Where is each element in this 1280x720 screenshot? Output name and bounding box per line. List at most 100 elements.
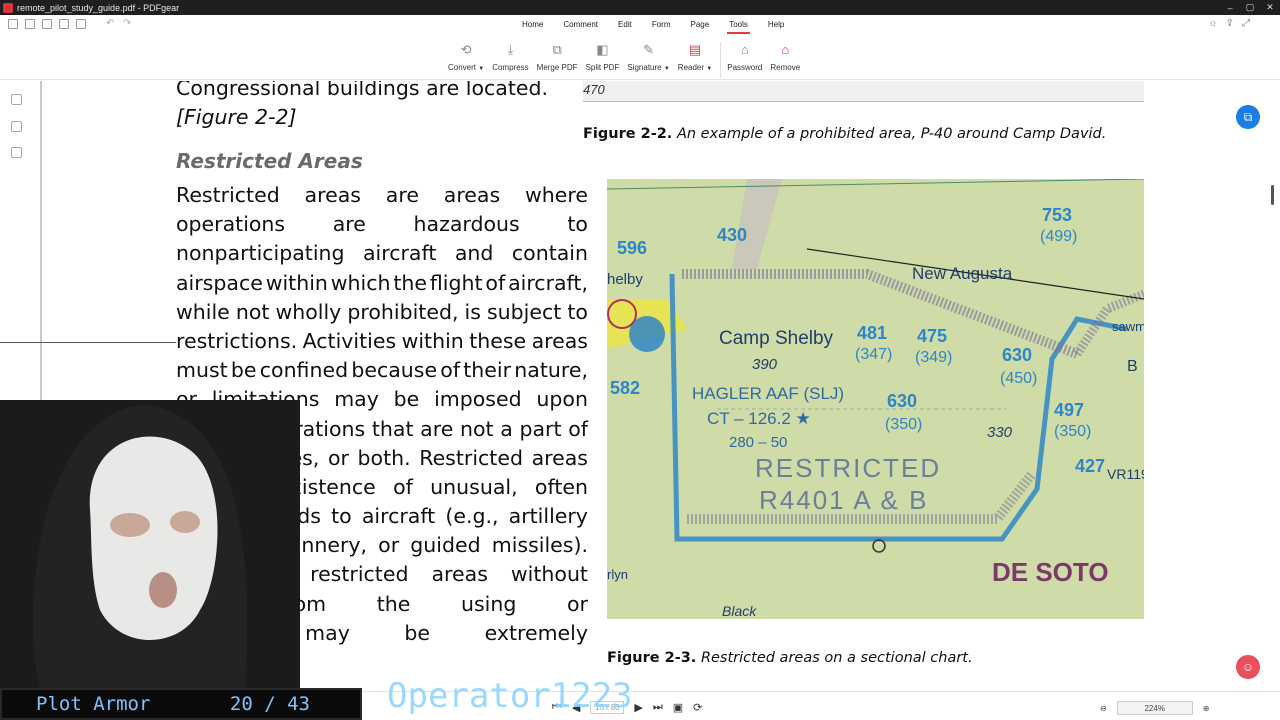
figure-2-2-caption: Figure 2-2. An example of a prohibited a… xyxy=(583,126,1106,142)
signature-icon: ✎ xyxy=(643,42,655,57)
save-as-icon[interactable] xyxy=(59,19,69,29)
reader-label: Reader xyxy=(677,63,705,72)
compress-icon: ⤓ xyxy=(507,42,514,57)
body-line: airspace within which the flight of aircraft, xyxy=(176,270,588,295)
zoom-in-icon[interactable]: ⊕ xyxy=(1203,704,1210,713)
map-label: 497 xyxy=(1054,400,1084,420)
body-line: operations are hazardous to xyxy=(176,212,588,237)
webcam-image xyxy=(0,400,300,690)
body-line: while not wholly prohibited, is subject to xyxy=(176,299,588,324)
undo-icon[interactable]: ↶ xyxy=(106,19,116,29)
map-airfield-label: HAGLER AAF (SLJ) xyxy=(692,384,844,403)
map-label: 330 xyxy=(987,424,1013,441)
zoom-controls: ⊖ 224% ⊕ xyxy=(1100,701,1209,715)
figure-2-3-label: Figure 2-3. xyxy=(607,650,697,666)
merge-icon: ⧉ xyxy=(552,42,562,57)
tools-divider xyxy=(720,42,722,78)
new-file-icon[interactable] xyxy=(8,19,18,29)
remove-button[interactable]: ⌂ Remove xyxy=(770,42,800,78)
merge-pdf-label: Merge PDF xyxy=(536,63,578,72)
vertical-scrollbar[interactable] xyxy=(1270,81,1276,691)
thumbnails-icon[interactable] xyxy=(11,121,22,132)
map-label: (450) xyxy=(1000,370,1037,387)
menu-form[interactable]: Form xyxy=(642,19,681,32)
bookmark-icon[interactable] xyxy=(11,94,22,105)
webcam-overlay xyxy=(0,400,300,690)
close-button[interactable]: ✕ xyxy=(1260,2,1280,13)
signature-button[interactable]: ✎ Signature ▼ xyxy=(627,42,669,78)
body-line: restrictions. Activities within these areas xyxy=(176,328,588,353)
map-label: 427 xyxy=(1075,456,1105,476)
convert-icon: ⟲ xyxy=(460,42,472,57)
merge-pdf-button[interactable]: ⧉ Merge PDF xyxy=(537,42,578,78)
map-label: B xyxy=(1127,358,1138,375)
section-heading: Restricted Areas xyxy=(176,149,363,173)
expand-icon[interactable]: ⤢ xyxy=(1242,18,1250,29)
map-label: Black xyxy=(722,603,757,619)
menu-comment[interactable]: Comment xyxy=(553,19,608,32)
feedback-bot-icon[interactable]: ☺ xyxy=(1236,655,1260,679)
menu-page[interactable]: Page xyxy=(681,19,720,32)
menu-tools[interactable]: Tools xyxy=(719,19,758,34)
map-label: VR119 xyxy=(1107,466,1144,482)
save-icon[interactable] xyxy=(42,19,52,29)
maximize-button[interactable]: ▢ xyxy=(1240,2,1260,13)
rotate-icon[interactable]: ⟳ xyxy=(693,701,702,714)
map-restricted-label: RESTRICTED xyxy=(755,453,941,483)
password-button[interactable]: ⌂ Password xyxy=(727,42,762,78)
tools-panel: ⟲ Convert ▼ ⤓ Compress ⧉ Merge PDF ◧ Spl… xyxy=(448,42,808,78)
comments-icon[interactable] xyxy=(11,147,22,158)
map-label: 630 xyxy=(887,391,917,411)
redo-icon[interactable]: ↷ xyxy=(123,19,133,29)
window-extra-icons: ☼ ⇪ ⤢ xyxy=(1208,18,1250,29)
minimize-button[interactable]: – xyxy=(1220,3,1240,13)
window-title: remote_pilot_study_guide.pdf - PDFgear xyxy=(17,2,180,13)
map-label: 390 xyxy=(752,356,778,373)
map-town-label: New Augusta xyxy=(912,264,1013,283)
split-icon: ◧ xyxy=(596,42,609,57)
map-label: 475 xyxy=(917,326,947,346)
body-line: must be confined because of their nature, xyxy=(176,358,588,383)
map-label: 596 xyxy=(617,238,647,258)
ribbon-toolbar: ↶ ↷ Home Comment Edit Form Page Tools He… xyxy=(0,15,1280,80)
password-label: Password xyxy=(727,63,763,72)
open-folder-icon[interactable] xyxy=(25,19,35,29)
fit-page-icon[interactable]: ▣ xyxy=(673,701,683,714)
compress-button[interactable]: ⤓ Compress xyxy=(492,42,528,78)
zoom-level[interactable]: 224% xyxy=(1116,701,1193,715)
title-bar: remote_pilot_study_guide.pdf - PDFgear –… xyxy=(0,0,1280,15)
reader-button[interactable]: ▤ Reader ▼ xyxy=(678,42,712,78)
map-label: 481 xyxy=(857,323,887,343)
overlay-divider-line xyxy=(0,342,176,343)
remove-lock-icon: ⌂ xyxy=(781,42,790,57)
ai-assistant-icon[interactable]: ⧉ xyxy=(1236,105,1260,129)
theme-sun-icon[interactable]: ☼ xyxy=(1208,18,1217,29)
menu-help[interactable]: Help xyxy=(758,19,794,32)
reader-icon: ▤ xyxy=(688,42,702,57)
operator-watermark: Operator1223 xyxy=(387,676,633,716)
next-page-icon[interactable]: ▶ xyxy=(634,701,642,714)
split-pdf-button[interactable]: ◧ Split PDF xyxy=(586,42,620,78)
figure-2-2-label: Figure 2-2. xyxy=(583,126,673,142)
zoom-out-icon[interactable]: ⊖ xyxy=(1100,704,1107,713)
map-label: helby xyxy=(607,271,643,288)
password-lock-icon: ⌂ xyxy=(740,42,749,57)
hud-counter: 20 / 43 xyxy=(229,693,310,715)
menu-edit[interactable]: Edit xyxy=(608,19,642,32)
convert-button[interactable]: ⟲ Convert ▼ xyxy=(448,42,484,78)
sectional-chart-image: 596 430 753 (499) 481 (347) 475 (349) 63… xyxy=(607,179,1144,619)
intro-line-1: Congressional buildings are located. xyxy=(176,81,549,100)
body-line: Restricted areas are areas where xyxy=(176,183,588,207)
menu-home[interactable]: Home xyxy=(512,19,553,32)
map-area-label: R4401 A & B xyxy=(759,485,928,515)
scrollbar-thumb[interactable] xyxy=(1271,185,1274,205)
last-page-icon[interactable]: ⏭ xyxy=(653,701,663,714)
map-county-label: DE SOTO xyxy=(992,557,1109,587)
print-icon[interactable] xyxy=(76,19,86,29)
map-freq-label: CT – 126.2 ★ xyxy=(707,409,811,428)
figure-2-3-caption-text: Restricted areas on a sectional chart. xyxy=(700,650,973,666)
stream-hud: Plot Armor 20 / 43 xyxy=(0,688,362,720)
share-icon[interactable]: ⇪ xyxy=(1226,18,1234,29)
map-label: 582 xyxy=(610,378,640,398)
toolbar-separator xyxy=(93,19,99,29)
